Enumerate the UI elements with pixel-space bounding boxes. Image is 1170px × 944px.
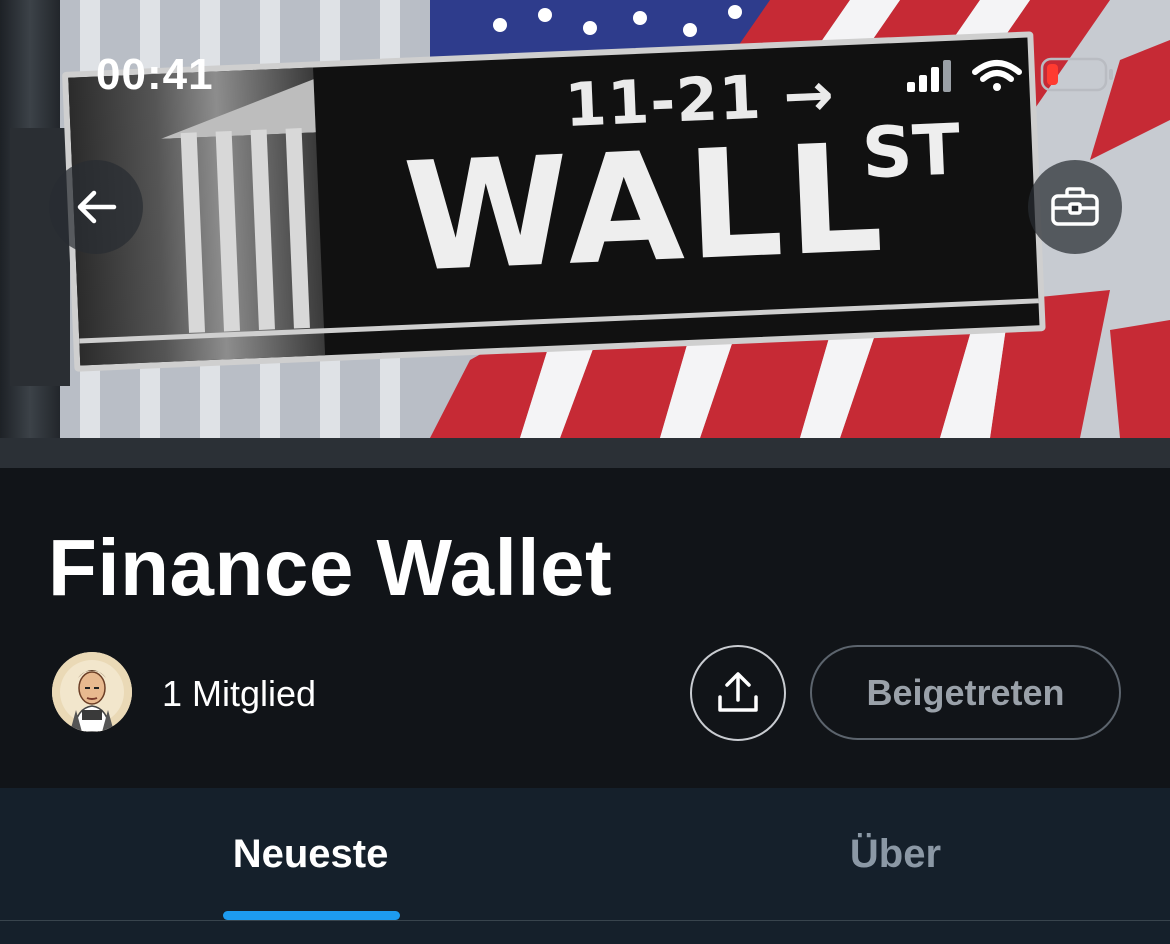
community-title: Finance Wallet bbox=[48, 523, 613, 612]
cellular-signal-icon bbox=[907, 60, 951, 92]
status-time: 00:41 bbox=[96, 50, 214, 99]
toolbox-icon bbox=[1051, 187, 1099, 226]
community-tools-button[interactable] bbox=[1028, 160, 1122, 254]
status-icons bbox=[905, 56, 1115, 96]
banner-divider bbox=[0, 438, 1170, 468]
battery-low-icon bbox=[1040, 57, 1113, 92]
share-upload-icon bbox=[718, 672, 758, 712]
tab-about[interactable]: Über bbox=[603, 788, 1170, 921]
sign-bracket bbox=[10, 128, 70, 386]
share-button[interactable] bbox=[690, 645, 786, 741]
community-header bbox=[0, 468, 1170, 788]
sign-street-name: WALL bbox=[400, 111, 890, 306]
wifi-icon bbox=[972, 60, 1022, 91]
member-avatar[interactable] bbox=[52, 652, 132, 732]
sign-street-suffix: ST bbox=[860, 108, 962, 195]
arrow-left-icon bbox=[77, 190, 117, 224]
back-button[interactable] bbox=[49, 160, 143, 254]
member-count[interactable]: 1 Mitglied bbox=[162, 673, 316, 715]
joined-button[interactable]: Beigetreten bbox=[810, 645, 1121, 740]
active-tab-indicator bbox=[223, 911, 400, 920]
community-tabs: Neueste Über bbox=[0, 788, 1170, 921]
tab-newest[interactable]: Neueste bbox=[18, 788, 603, 921]
avatar-illustration bbox=[52, 652, 132, 732]
